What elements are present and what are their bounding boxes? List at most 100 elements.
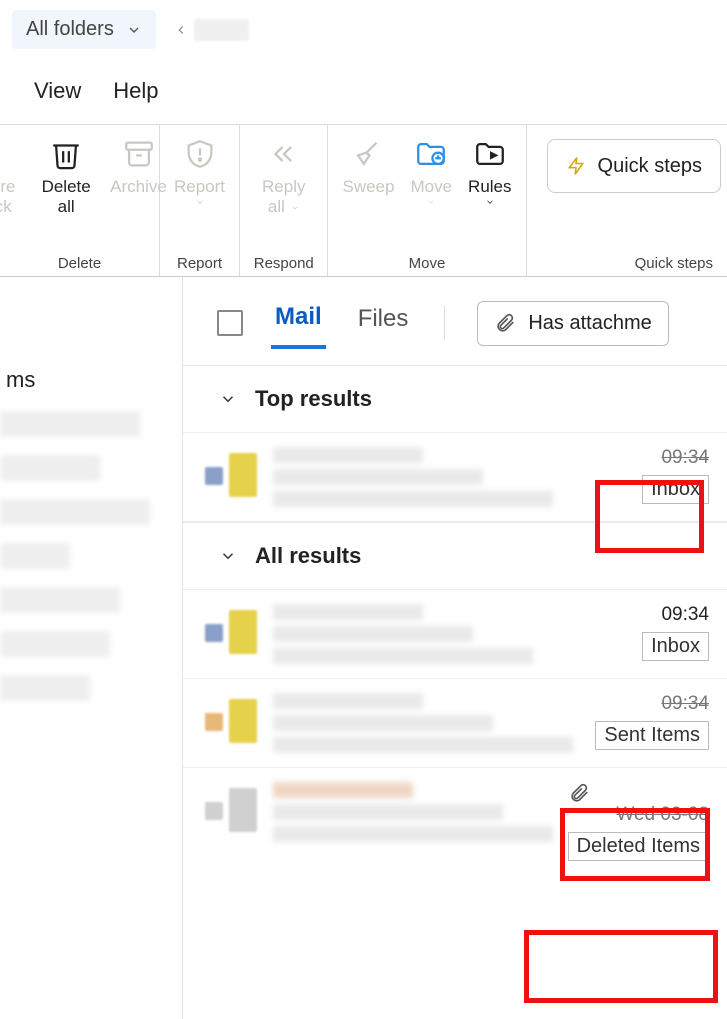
redacted-subject — [273, 469, 483, 485]
group-label-respond: Respond — [254, 251, 314, 274]
truncated-label: ore — [0, 177, 15, 197]
chevron-down-icon — [194, 197, 206, 207]
filter-label: Has attachme — [528, 312, 651, 335]
chevron-down-icon — [219, 390, 237, 408]
redacted-sender — [273, 447, 423, 463]
quick-steps-button[interactable]: Quick steps — [547, 139, 721, 193]
section-all-results[interactable]: All results — [183, 522, 727, 590]
ribbon-truncated-left: ore ck — [0, 129, 30, 216]
redacted-subject — [273, 804, 503, 820]
reply-all-icon — [265, 135, 303, 173]
move-label: Move — [410, 177, 452, 197]
folder-selector[interactable]: All folders — [12, 10, 156, 49]
archive-icon — [120, 135, 158, 173]
chevron-down-icon — [126, 22, 142, 38]
quick-steps-label: Quick steps — [598, 155, 702, 178]
redacted-folder — [0, 587, 120, 613]
message-date: Wed 03-08 — [568, 804, 709, 826]
reply-all-label: Reply all — [256, 177, 312, 216]
sweep-button[interactable]: Sweep — [334, 129, 402, 197]
avatar — [203, 447, 259, 503]
reply-all-button[interactable]: Reply all — [248, 129, 320, 216]
folder-tag: Inbox — [642, 475, 709, 504]
delete-all-label: Delete all — [38, 177, 94, 216]
message-item[interactable]: Wed 03-08 Deleted Items — [183, 768, 727, 856]
rules-button[interactable]: Rules — [460, 129, 519, 207]
chevron-down-icon — [219, 547, 237, 565]
redacted-preview — [273, 737, 573, 753]
redacted-folder — [0, 455, 100, 481]
archive-label: Archive — [110, 177, 167, 197]
message-item[interactable]: 09:34 Sent Items — [183, 679, 727, 768]
menu-bar: View Help — [0, 60, 727, 125]
folder-pane: ms — [0, 277, 182, 1019]
redacted-sender — [273, 782, 413, 798]
ribbon-group-quicksteps: Quick steps Quick steps — [527, 125, 727, 276]
tab-mail[interactable]: Mail — [271, 297, 326, 349]
ribbon-group-move: Sweep Move Rules Move — [328, 125, 526, 276]
ribbon-group-delete: ore ck Delete all Archive Delete — [0, 125, 160, 276]
group-label-delete: Delete — [58, 251, 101, 274]
folder-tag: Sent Items — [595, 721, 709, 750]
folder-tag: Deleted Items — [568, 832, 709, 861]
delete-all-button[interactable]: Delete all — [30, 129, 102, 216]
message-time: 09:34 — [642, 447, 709, 469]
redacted-folder — [0, 499, 150, 525]
section-title: Top results — [255, 386, 372, 412]
ribbon-group-report: Report Report — [160, 125, 240, 276]
redacted-folder — [0, 411, 140, 437]
trash-icon — [47, 135, 85, 173]
message-meta: 09:34 Inbox — [642, 604, 709, 661]
message-meta: 09:34 Inbox — [642, 447, 709, 504]
message-meta: 09:34 Sent Items — [595, 693, 709, 750]
menu-help[interactable]: Help — [113, 78, 158, 104]
redacted-subject — [273, 715, 493, 731]
section-top-results[interactable]: Top results — [183, 365, 727, 433]
redacted-folder — [0, 675, 90, 701]
menu-view[interactable]: View — [34, 78, 81, 104]
folder-selector-label: All folders — [26, 18, 114, 41]
avatar — [203, 604, 259, 660]
group-label-quicksteps: Quick steps — [635, 251, 721, 274]
chevron-down-icon — [484, 197, 496, 207]
section-title: All results — [255, 543, 361, 569]
move-button[interactable]: Move — [402, 129, 460, 207]
message-time: 09:34 — [642, 604, 709, 626]
back-icon[interactable] — [174, 20, 188, 40]
redacted-area — [194, 19, 249, 41]
tab-files[interactable]: Files — [354, 299, 413, 347]
truncated-label-2: ck — [0, 197, 12, 217]
lightning-icon — [566, 154, 586, 178]
redacted-preview — [273, 491, 553, 507]
ribbon: ore ck Delete all Archive Delete — [0, 125, 727, 277]
chevron-down-icon — [425, 197, 437, 207]
broom-icon — [349, 135, 387, 173]
message-list-pane: Mail Files Has attachme Top results — [182, 277, 727, 1019]
redacted-sender — [273, 604, 423, 620]
sweep-label: Sweep — [342, 177, 394, 197]
redacted-preview — [273, 826, 553, 842]
paperclip-icon — [494, 312, 516, 334]
redacted-folder — [0, 543, 70, 569]
redacted-folder — [0, 631, 110, 657]
report-button[interactable]: Report — [166, 129, 233, 207]
message-item[interactable]: 09:34 Inbox — [183, 590, 727, 679]
ribbon-group-respond: Reply all Respond — [240, 125, 328, 276]
folder-move-icon — [412, 135, 450, 173]
divider — [444, 306, 445, 340]
group-label-report: Report — [177, 251, 222, 274]
message-time: 09:34 — [595, 693, 709, 715]
shield-warning-icon — [181, 135, 219, 173]
paperclip-icon — [568, 782, 709, 804]
avatar — [203, 693, 259, 749]
message-item[interactable]: 09:34 Inbox — [183, 433, 727, 522]
folder-fragment: ms — [0, 367, 182, 393]
redacted-subject — [273, 626, 473, 642]
folder-rules-icon — [471, 135, 509, 173]
body-area: ms Mail Files Has attachme Top results — [0, 277, 727, 1019]
select-all-checkbox[interactable] — [217, 310, 243, 336]
message-meta: Wed 03-08 Deleted Items — [568, 782, 709, 861]
filter-has-attachment[interactable]: Has attachme — [477, 301, 668, 346]
scope-bar: Mail Files Has attachme — [183, 277, 727, 349]
avatar — [203, 782, 259, 838]
